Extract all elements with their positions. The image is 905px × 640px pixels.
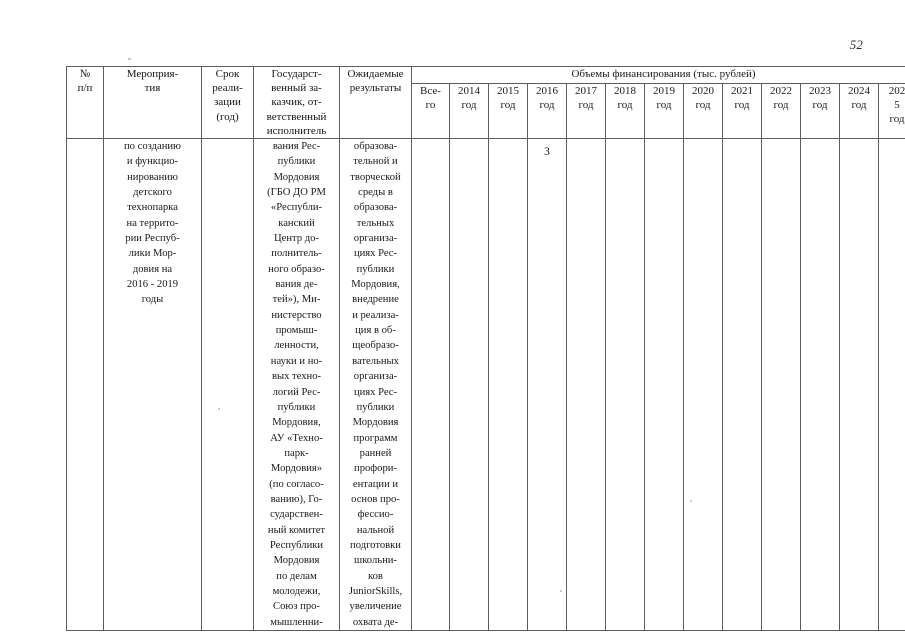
cell-value-2018 xyxy=(605,138,645,632)
cell-value-2023 xyxy=(800,138,840,632)
cell-term xyxy=(201,138,254,632)
header-col-total: Все- го xyxy=(411,82,450,140)
header-col-year-2016: 2016 год xyxy=(527,82,567,140)
table-row: по созданию и функцио- нированию детског… xyxy=(66,138,905,632)
header-col-year-2021: 2021 год xyxy=(722,82,762,140)
cell-number xyxy=(66,138,104,632)
header-col-number: № п/п xyxy=(66,65,104,140)
cell-results: образова- тельной и творческой среды в о… xyxy=(339,138,412,632)
page-number: 52 xyxy=(849,38,863,52)
header-col-year-2017: 2017 год xyxy=(566,82,606,140)
scan-speck xyxy=(128,58,131,60)
header-col-year-2025: 202 5 год xyxy=(877,82,905,140)
cell-customer: вания Рес- публики Мордовия (ГБО ДО РМ «… xyxy=(253,138,340,632)
header-col-customer: Государст- венный за- казчик, от- ветств… xyxy=(253,65,340,140)
header-col-year-2020: 2020 год xyxy=(683,82,723,140)
header-col-year-2019: 2019 год xyxy=(644,82,684,140)
table-header: № п/п Мероприя- тия Срок реали- зации (г… xyxy=(66,65,905,140)
header-financing-group: Объемы финансирования (тыс. рублей) xyxy=(410,66,905,84)
cell-event: по созданию и функцио- нированию детског… xyxy=(103,138,202,632)
header-col-year-2018: 2018 год xyxy=(605,82,645,140)
cell-value-2024 xyxy=(839,138,879,632)
cell-value-2025 xyxy=(877,138,905,632)
cell-value-2016: 3 xyxy=(527,138,567,632)
cell-total xyxy=(411,138,450,632)
financing-table: № п/п Мероприя- тия Срок реали- зации (г… xyxy=(66,65,905,632)
cell-value-2015 xyxy=(488,138,528,632)
header-col-year-2014: 2014 год xyxy=(449,82,489,140)
header-col-year-2024: 2024 год xyxy=(839,82,879,140)
cell-value-2021 xyxy=(722,138,762,632)
header-col-year-2015: 2015 год xyxy=(488,82,528,140)
cell-value-2014 xyxy=(449,138,489,632)
header-col-year-2023: 2023 год xyxy=(800,82,840,140)
table-body: по созданию и функцио- нированию детског… xyxy=(66,138,905,632)
cell-value-2022 xyxy=(761,138,801,632)
header-col-term: Срок реали- зации (год) xyxy=(201,65,254,140)
header-col-results: Ожидаемые результаты xyxy=(339,65,412,140)
header-col-year-2022: 2022 год xyxy=(761,82,801,140)
cell-value-2017 xyxy=(566,138,606,632)
header-col-event: Мероприя- тия xyxy=(103,65,202,140)
cell-value-2020 xyxy=(683,138,723,632)
cell-value-2019 xyxy=(644,138,684,632)
header-row-top: № п/п Мероприя- тия Срок реали- зации (г… xyxy=(66,65,905,140)
